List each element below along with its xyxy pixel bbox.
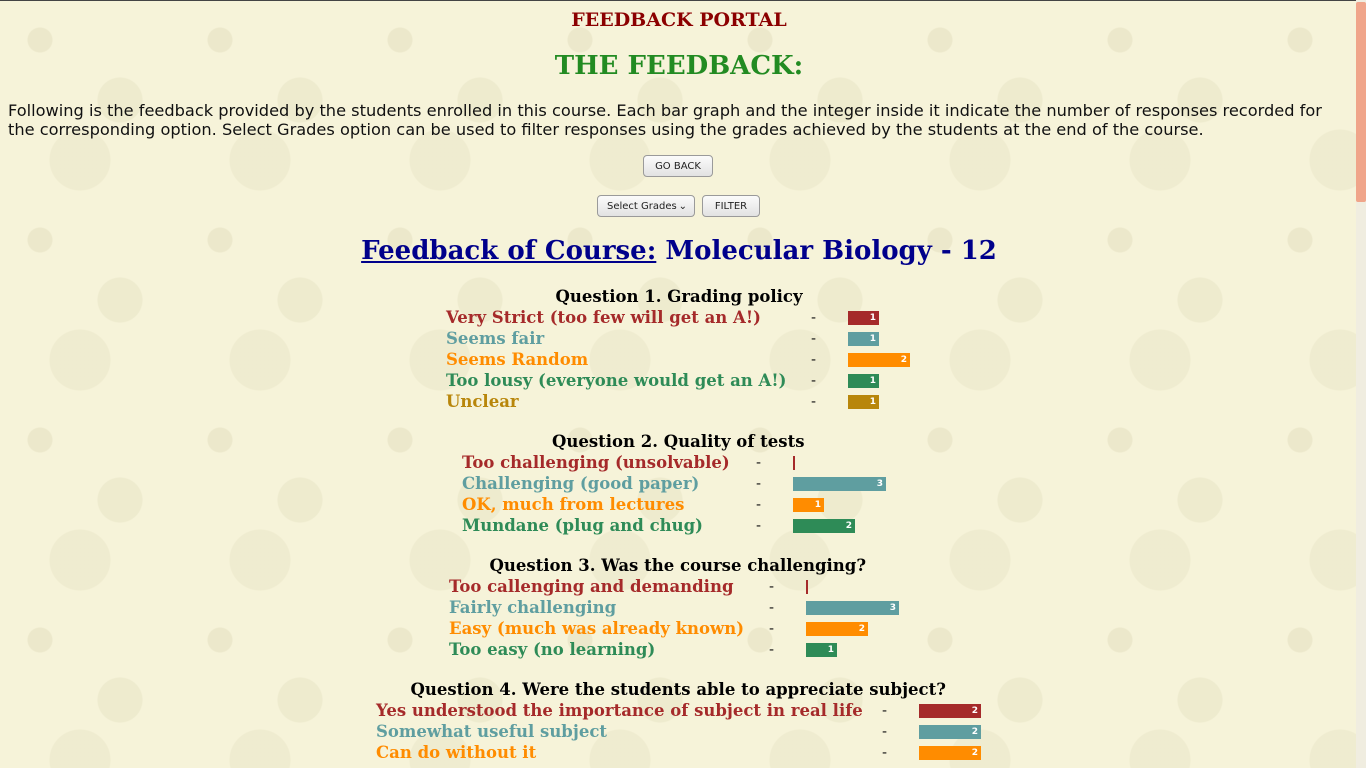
scrollbar-thumb[interactable] — [1356, 2, 1366, 202]
option-label: Too callenging and demanding — [449, 577, 734, 596]
question-title: Question 2. Quality of tests — [552, 432, 805, 451]
response-bar — [793, 456, 795, 470]
page-content: FEEDBACK PORTAL THE FEEDBACK: Following … — [0, 0, 1366, 768]
response-count: 1 — [869, 397, 876, 407]
question-title: Question 1. Grading policy — [555, 287, 803, 306]
chevron-down-icon: ⌄ — [678, 200, 687, 212]
response-count: 2 — [858, 624, 865, 634]
portal-title: FEEDBACK PORTAL — [571, 9, 787, 31]
response-count: 2 — [971, 706, 978, 716]
option-dash: - — [882, 703, 888, 719]
response-count: 3 — [876, 479, 883, 489]
response-bar: 1 — [848, 311, 879, 325]
option-label: Yes understood the importance of subject… — [376, 701, 863, 720]
option-dash: - — [882, 724, 888, 740]
response-count: 2 — [971, 727, 978, 737]
response-count: 1 — [869, 313, 876, 323]
option-label: Very Strict (too few will get an A!) — [446, 308, 761, 327]
course-title-label: Feedback of Course: — [361, 236, 657, 266]
go-back-button[interactable]: GO BACK — [643, 155, 713, 177]
response-bar: 1 — [848, 395, 879, 409]
option-label: Mundane (plug and chug) — [462, 516, 703, 535]
option-label: OK, much from lectures — [462, 495, 685, 514]
response-count: 1 — [827, 645, 834, 655]
course-name: Molecular Biology - 12 — [665, 236, 997, 266]
response-count: 2 — [845, 521, 852, 531]
option-dash: - — [769, 579, 775, 595]
response-count: 1 — [814, 500, 821, 510]
response-count: 2 — [900, 355, 907, 365]
response-bar: 2 — [919, 725, 981, 739]
response-bar: 2 — [793, 519, 855, 533]
option-dash: - — [769, 642, 775, 658]
description-text: Following is the feedback provided by th… — [8, 101, 1322, 139]
response-bar: 2 — [806, 622, 868, 636]
filter-button[interactable]: FILTER — [702, 195, 760, 217]
option-dash: - — [811, 394, 817, 410]
scrollbar[interactable] — [1356, 0, 1366, 768]
option-dash: - — [811, 373, 817, 389]
response-count: 2 — [971, 748, 978, 758]
option-dash: - — [756, 497, 762, 513]
option-label: Seems Random — [446, 350, 589, 369]
response-bar: 1 — [848, 374, 879, 388]
response-bar: 3 — [806, 601, 899, 615]
response-count: 1 — [869, 334, 876, 344]
option-dash: - — [769, 621, 775, 637]
option-label: Can do without it — [376, 743, 537, 762]
option-label: Too challenging (unsolvable) — [462, 453, 730, 472]
response-bar — [806, 580, 808, 594]
select-grades-dropdown[interactable]: Select Grades ⌄ — [597, 195, 695, 217]
option-label: Challenging (good paper) — [462, 474, 700, 493]
option-label: Somewhat useful subject — [376, 722, 607, 741]
top-border — [0, 0, 1366, 1]
option-dash: - — [811, 331, 817, 347]
option-dash: - — [811, 352, 817, 368]
option-dash: - — [882, 745, 888, 761]
response-bar: 1 — [806, 643, 837, 657]
response-bar: 2 — [919, 746, 981, 760]
option-label: Fairly challenging — [449, 598, 617, 617]
option-label: Too lousy (everyone would get an A!) — [446, 371, 787, 390]
option-dash: - — [756, 476, 762, 492]
response-bar: 1 — [793, 498, 824, 512]
option-label: Easy (much was already known) — [449, 619, 745, 638]
response-bar: 3 — [793, 477, 886, 491]
feedback-heading: THE FEEDBACK: — [554, 51, 804, 81]
option-label: Too easy (no learning) — [449, 640, 656, 659]
option-dash: - — [811, 310, 817, 326]
question-title: Question 4. Were the students able to ap… — [410, 680, 946, 699]
select-grades-label: Select Grades — [607, 200, 677, 212]
option-label: Seems fair — [446, 329, 545, 348]
response-bar: 2 — [919, 704, 981, 718]
response-bar: 2 — [848, 353, 910, 367]
course-title: Feedback of Course: Molecular Biology - … — [0, 236, 1358, 266]
question-title: Question 3. Was the course challenging? — [489, 556, 867, 575]
option-dash: - — [756, 518, 762, 534]
response-count: 3 — [889, 603, 896, 613]
option-dash: - — [756, 455, 762, 471]
response-bar: 1 — [848, 332, 879, 346]
option-label: Unclear — [446, 392, 519, 411]
option-dash: - — [769, 600, 775, 616]
response-count: 1 — [869, 376, 876, 386]
